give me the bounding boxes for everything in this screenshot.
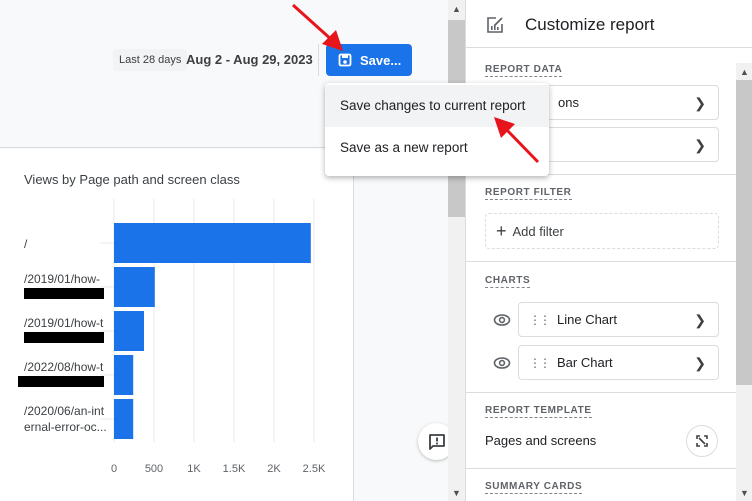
date-preset-label[interactable]: Last 28 days <box>113 49 188 71</box>
scroll-down-arrow[interactable]: ▼ <box>736 484 752 501</box>
redaction-block <box>24 332 104 343</box>
visibility-eye-icon[interactable] <box>493 356 511 370</box>
bar-chart: 0 500 1K 1.5K 2K 2.5K / /2019/01/how- /2019/01/h… <box>18 199 326 475</box>
save-button-label: Save... <box>360 52 402 68</box>
scroll-up-arrow[interactable]: ▲ <box>448 0 465 17</box>
panel-header: Customize report <box>466 0 752 48</box>
chevron-right-icon: ❯ <box>694 312 706 328</box>
section-divider <box>466 468 736 469</box>
save-menu: Save changes to current report Save as a… <box>325 83 549 176</box>
app-root: Last 28 days Aug 2 - Aug 29, 2023 Save..… <box>0 0 752 501</box>
chevron-right-icon: ❯ <box>694 95 706 111</box>
x-tick-label: 2K <box>267 463 281 475</box>
chart-item-line-chart[interactable]: ⋮⋮ Line Chart ❯ <box>518 302 719 337</box>
chevron-right-icon: ❯ <box>694 355 706 371</box>
bar <box>114 223 311 263</box>
chart-card: Views by Page path and screen class 0 500… <box>0 149 354 501</box>
section-divider <box>466 392 736 393</box>
save-button[interactable]: Save... <box>326 44 412 76</box>
drag-handle-icon[interactable]: ⋮⋮ <box>529 356 551 370</box>
redaction-block <box>24 288 104 299</box>
chart-item-bar-chart[interactable]: ⋮⋮ Bar Chart ❯ <box>518 345 719 380</box>
bar <box>114 399 134 439</box>
scroll-up-arrow[interactable]: ▲ <box>736 63 752 80</box>
y-category-label: /2019/01/how- <box>24 272 100 286</box>
bar <box>114 311 144 351</box>
menu-item-save-as-new[interactable]: Save as a new report <box>325 127 549 169</box>
y-category-label: /2019/01/how-t <box>24 316 104 330</box>
bar <box>114 267 155 307</box>
unlink-template-button[interactable] <box>686 425 718 457</box>
report-template-name: Pages and screens <box>485 433 597 448</box>
report-data-item-label: ons <box>558 95 579 110</box>
y-category-label: / <box>24 237 28 251</box>
y-category-label: /2020/06/an-int <box>24 404 105 418</box>
x-tick-label: 1.5K <box>223 463 246 475</box>
chart-item-label: Line Chart <box>557 312 617 327</box>
menu-item-save-changes[interactable]: Save changes to current report <box>325 85 549 127</box>
drag-handle-icon[interactable]: ⋮⋮ <box>529 313 551 327</box>
x-tick-label: 0 <box>111 463 117 475</box>
scroll-down-arrow[interactable]: ▼ <box>448 484 465 501</box>
report-data-label: REPORT DATA <box>485 64 563 77</box>
x-tick-label: 1K <box>187 463 201 475</box>
add-filter-label: Add filter <box>512 223 564 239</box>
panel-scrollbar[interactable]: ▲ ▼ <box>736 63 752 501</box>
panel-title: Customize report <box>525 15 655 34</box>
visibility-eye-icon[interactable] <box>493 313 511 327</box>
chevron-right-icon: ❯ <box>694 137 706 153</box>
scrollbar-thumb[interactable] <box>736 80 752 385</box>
date-range[interactable]: Aug 2 - Aug 29, 2023 <box>186 50 313 70</box>
chart-item-label: Bar Chart <box>557 355 613 370</box>
toolbar-divider <box>318 44 319 76</box>
x-tick-label: 2.5K <box>303 463 326 475</box>
report-filter-label: REPORT FILTER <box>485 187 572 200</box>
canvas-scrollbar[interactable]: ▲ ▼ <box>448 0 465 501</box>
redaction-block <box>18 376 104 387</box>
add-filter-button[interactable]: + Add filter <box>485 213 719 249</box>
report-template-label: REPORT TEMPLATE <box>485 405 592 418</box>
section-divider <box>466 261 736 262</box>
summary-cards-label: SUMMARY CARDS <box>485 481 583 494</box>
unlink-icon <box>696 435 708 447</box>
customize-report-panel: Customize report REPORT DATA ons ❯ ❯ REP… <box>465 0 752 501</box>
charts-label: CHARTS <box>485 275 531 288</box>
x-tick-label: 500 <box>145 463 163 475</box>
save-icon <box>338 53 352 67</box>
plus-icon: + <box>496 221 507 241</box>
edit-chart-icon <box>487 17 503 33</box>
bar <box>114 355 134 395</box>
feedback-icon <box>428 433 445 450</box>
y-category-label: /2022/08/how-t <box>24 360 104 374</box>
y-category-label: ernal-error-oc... <box>24 420 107 434</box>
